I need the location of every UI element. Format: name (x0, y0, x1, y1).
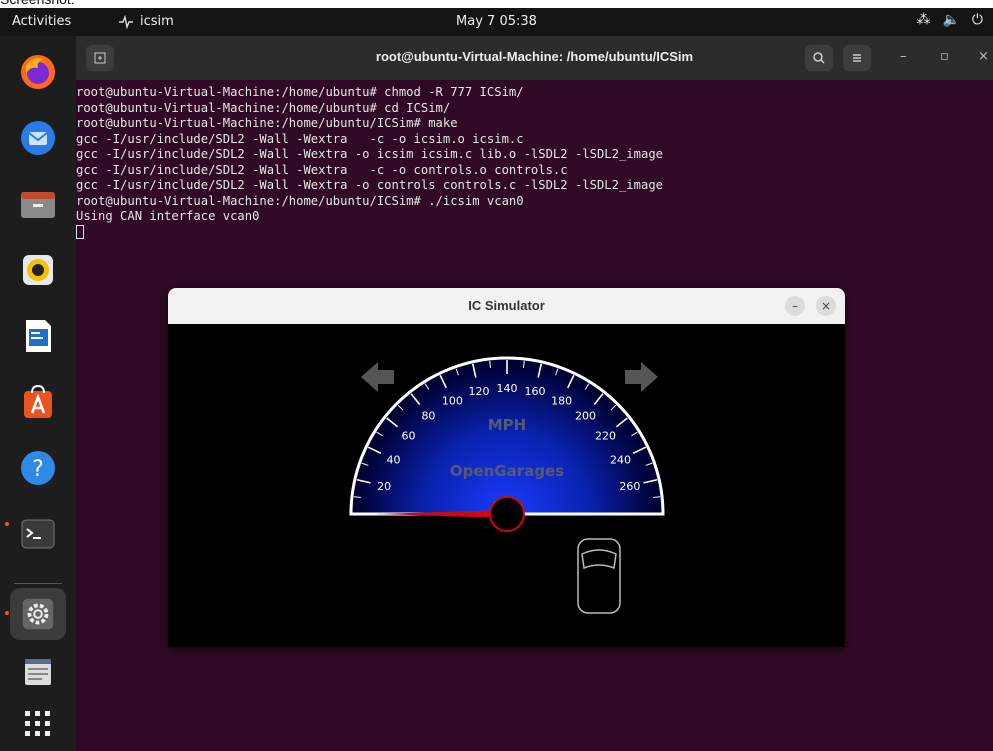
dock: ? (0, 36, 76, 751)
close-button[interactable]: × (978, 49, 989, 64)
tick-label: 160 (525, 385, 546, 398)
svg-text:?: ? (32, 457, 44, 482)
maximize-button[interactable]: ▫ (940, 49, 949, 64)
thunderbird-icon[interactable] (16, 116, 60, 160)
terminal-icon[interactable] (16, 512, 60, 556)
caption: Screenshot: (0, 0, 75, 8)
car-doors-icon (577, 538, 621, 614)
dock-separator (14, 583, 62, 584)
terminal-cursor-line (76, 225, 663, 241)
system-tray[interactable]: ⁂ 🔈 ⏻ (916, 12, 983, 28)
ic-simulator-title: IC Simulator (468, 298, 545, 313)
menu-button[interactable] (843, 45, 871, 71)
terminal-line: root@ubuntu-Virtual-Machine:/home/ubuntu… (76, 116, 458, 130)
ic-close-button[interactable]: × (816, 296, 836, 316)
tick-label: 20 (377, 480, 391, 493)
needle-hub (489, 496, 525, 532)
tick-label: 180 (551, 394, 572, 407)
gauge-brand: OpenGarages (450, 462, 564, 480)
tick-label: 40 (386, 453, 400, 466)
terminal-line: root@ubuntu-Virtual-Machine:/home/ubuntu… (76, 85, 524, 99)
network-icon: ⁂ (916, 12, 931, 28)
terminal-line: root@ubuntu-Virtual-Machine:/home/ubuntu… (76, 100, 451, 115)
running-indicator (5, 522, 9, 526)
tick-label: 120 (468, 385, 489, 398)
tick-label: 260 (619, 480, 640, 493)
tick-label: 100 (442, 394, 463, 407)
search-button[interactable] (805, 45, 833, 71)
settings-icon[interactable] (10, 588, 66, 640)
ic-simulator-header-bar[interactable]: IC Simulator – × (168, 288, 845, 324)
text-editor-icon[interactable] (16, 650, 60, 694)
rhythmbox-icon[interactable] (16, 248, 60, 292)
ic-minimize-button[interactable]: – (785, 296, 805, 316)
writer-icon[interactable] (16, 314, 60, 358)
speed-unit: MPH (488, 416, 526, 434)
minimize-button[interactable]: – (900, 49, 907, 64)
tick-label: 60 (401, 429, 415, 442)
terminal-line: Using CAN interface vcan0 (76, 209, 260, 223)
software-icon[interactable] (16, 380, 60, 424)
right-turn-signal-icon (625, 362, 658, 392)
tick-label: 80 (421, 409, 435, 422)
top-bar: Activities icsim May 7 05:38 ⁂ 🔈 ⏻ (0, 8, 993, 36)
terminal-line: gcc -I/usr/include/SDL2 -Wall -Wextra -o… (76, 147, 663, 161)
clock[interactable]: May 7 05:38 (0, 14, 993, 29)
desktop: Activities icsim May 7 05:38 ⁂ 🔈 ⏻ ? roo… (0, 8, 993, 751)
volume-icon: 🔈 (942, 12, 960, 28)
tick-label: 140 (497, 382, 518, 395)
tick-label: 240 (610, 453, 631, 466)
ic-simulator-window[interactable]: IC Simulator – × 20 40 60 80 100 120 140 160 180… (168, 288, 845, 647)
tick-label: 200 (575, 409, 596, 422)
terminal-line: gcc -I/usr/include/SDL2 -Wall -Wextra -c… (76, 162, 568, 177)
terminal-cursor (76, 225, 84, 239)
terminal-line: gcc -I/usr/include/SDL2 -Wall -Wextra -c… (76, 131, 524, 146)
terminal-line: root@ubuntu-Virtual-Machine:/home/ubuntu… (76, 193, 524, 208)
terminal-output[interactable]: root@ubuntu-Virtual-Machine:/home/ubuntu… (76, 85, 663, 240)
terminal-line: gcc -I/usr/include/SDL2 -Wall -Wextra -o… (76, 178, 663, 192)
running-indicator (5, 611, 9, 615)
search-icon (813, 52, 825, 64)
left-turn-signal-icon (361, 362, 394, 392)
instrument-cluster: 20406080100120 140 160180200220240260 MPH … (349, 356, 665, 614)
help-icon[interactable]: ? (16, 446, 60, 490)
power-icon: ⏻ (971, 12, 983, 28)
show-applications-icon[interactable] (16, 702, 60, 746)
hamburger-icon (853, 54, 861, 62)
terminal-header-bar[interactable]: root@ubuntu-Virtual-Machine: /home/ubunt… (76, 36, 993, 80)
files-icon[interactable] (16, 182, 60, 226)
tick-label: 220 (595, 429, 616, 442)
firefox-icon[interactable] (16, 50, 60, 94)
